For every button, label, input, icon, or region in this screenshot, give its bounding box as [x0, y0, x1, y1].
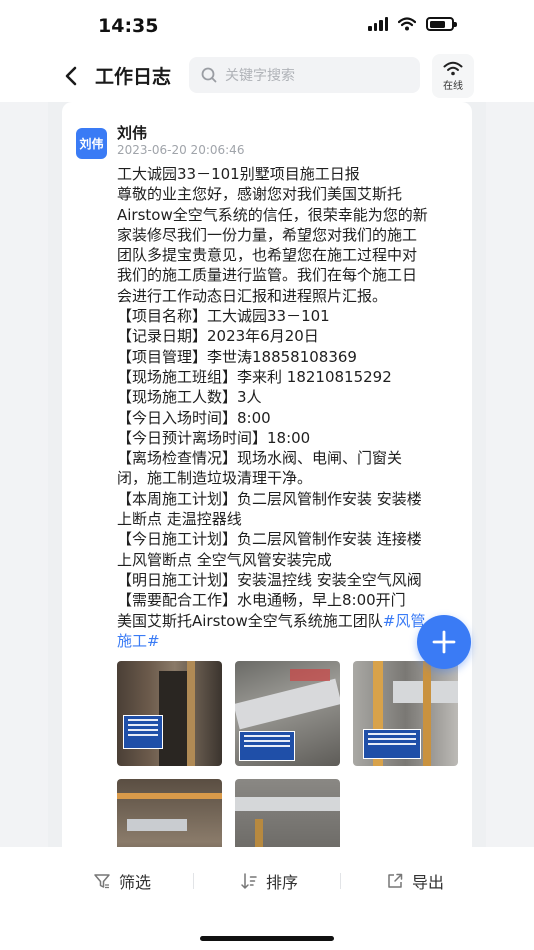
post-line: 上断点 走温控器线 [117, 510, 242, 529]
wifi-status-icon [398, 17, 416, 31]
post-line-text: 美国艾斯托Airstow全空气系统施工团队 [117, 611, 383, 630]
page-title: 工作日志 [95, 66, 172, 88]
avatar[interactable]: 刘伟 [76, 128, 107, 159]
post-line: 【现场施工班组】李来利 18210815292 [117, 367, 392, 386]
cellular-signal-icon [368, 17, 388, 31]
post-body: 工大诚园33－101别墅项目施工日报 尊敬的业主您好，感谢您对我们美国艾斯托 A… [117, 164, 461, 651]
toolbar-divider [340, 873, 341, 889]
site-photo-2[interactable] [235, 661, 340, 766]
status-bar: 14:35 [0, 0, 534, 50]
export-button[interactable]: 导出 [386, 869, 444, 893]
post-line: 【项目管理】李世涛18858108369 [117, 347, 357, 366]
back-button[interactable] [60, 64, 82, 88]
online-label: 在线 [443, 80, 463, 92]
post-line: 【本周施工计划】负二层风管制作安装 安装楼 [117, 489, 422, 508]
sort-label: 排序 [266, 873, 299, 892]
search-icon [201, 67, 217, 83]
hashtag-link[interactable]: #风管 [383, 612, 426, 630]
post-line: 【项目名称】工大诚园33－101 [117, 307, 330, 326]
post-line: 【需要配合工作】水电通畅，早上8:00开门 [117, 591, 406, 610]
battery-level [429, 20, 446, 28]
post-line: 工大诚园33－101别墅项目施工日报 [117, 165, 360, 183]
header: 工作日志 关键字搜索 在线 [0, 50, 534, 102]
filter-label: 筛选 [119, 873, 152, 892]
post-line: 团队多提宝贵意见，也希望您在施工过程中对 [117, 246, 418, 265]
site-photo-3[interactable] [353, 661, 458, 766]
author-name: 刘伟 [117, 124, 148, 142]
status-time: 14:35 [98, 15, 159, 37]
post-line: 【记录日期】2023年6月20日 [117, 327, 319, 346]
site-photo-4[interactable] [117, 779, 222, 847]
post-line: 尊敬的业主您好，感谢您对我们美国艾斯托 [117, 185, 403, 204]
post-line: 【现场施工人数】3人 [117, 388, 262, 407]
bottom-toolbar: 筛选 排序 导出 [0, 847, 534, 950]
post-line: 会进行工作动态日汇报和进程照片汇报。 [117, 286, 388, 305]
plus-icon [432, 630, 456, 654]
online-status-button[interactable]: 在线 [432, 54, 474, 98]
log-card[interactable]: 刘伟 刘伟 2023-06-20 20:06:46 工大诚园33－101别墅项目… [62, 102, 472, 847]
hashtag-link-cont[interactable]: 施工# [117, 632, 160, 650]
site-photo-5[interactable] [235, 779, 340, 847]
export-label: 导出 [412, 873, 445, 892]
post-line: 【今日施工计划】负二层风管制作安装 连接楼 [117, 530, 422, 549]
back-arrow-icon [65, 66, 77, 86]
post-line: 我们的施工质量进行监管。我们在每个施工日 [117, 266, 418, 285]
battery-icon [426, 17, 457, 31]
post-line: 【今日入场时间】8:00 [117, 408, 271, 427]
post-line: 闭，施工制造垃圾清理干净。 [117, 469, 313, 488]
log-list[interactable]: 刘伟 刘伟 2023-06-20 20:06:46 工大诚园33－101别墅项目… [48, 102, 486, 847]
wifi-icon [443, 61, 463, 75]
post-line: Airstow全空气系统的信任，很荣幸能为您的新 [117, 205, 428, 224]
sort-icon [241, 873, 257, 889]
status-icons [368, 17, 457, 31]
sort-button[interactable]: 排序 [240, 869, 298, 893]
post-timestamp: 2023-06-20 20:06:46 [117, 143, 245, 157]
add-log-button[interactable] [417, 615, 471, 669]
search-placeholder: 关键字搜索 [225, 68, 295, 84]
site-photo-1[interactable] [117, 661, 222, 766]
filter-button[interactable]: 筛选 [93, 869, 151, 893]
post-line: 【明日施工计划】安装温控线 安装全空气风阀 [117, 570, 422, 589]
toolbar-divider [193, 873, 194, 889]
post-line-with-hashtag: 美国艾斯托Airstow全空气系统施工团队#风管 [117, 611, 461, 631]
filter-icon [94, 874, 110, 889]
export-icon [388, 873, 403, 888]
post-line: 【离场检查情况】现场水阀、电闸、门窗关 [117, 449, 403, 468]
post-line-hashtag-cont: 施工# [117, 631, 461, 651]
post-line: 上风管断点 全空气风管安装完成 [117, 550, 332, 569]
search-input[interactable]: 关键字搜索 [189, 57, 420, 93]
post-line: 【今日预计离场时间】18:00 [117, 428, 311, 447]
post-line: 家装修尽我们一份力量，希望您对我们的施工 [117, 225, 418, 244]
home-indicator[interactable] [200, 936, 334, 941]
